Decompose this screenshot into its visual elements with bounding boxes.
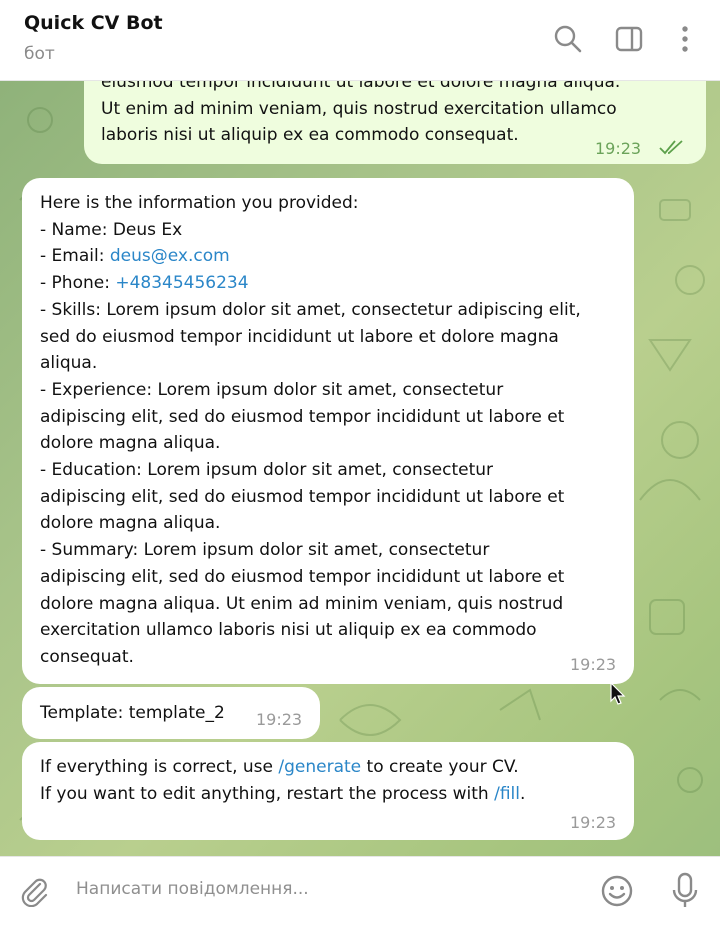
message-input[interactable]: Написати повідомлення... <box>76 879 309 899</box>
chat-subtitle: бот <box>24 44 55 64</box>
instruction-text: If everything is correct, use <box>40 757 279 777</box>
instruction-text: . <box>519 783 526 804</box>
info-line: dolore magna aliqua. Ut enim ad minim ve… <box>40 593 564 614</box>
info-phone-label: - Phone: <box>40 273 116 294</box>
bot-template-message[interactable]: Template: template_2 19:23 <box>22 687 320 739</box>
info-line: dolore magna aliqua. <box>40 513 221 534</box>
info-name: - Name: Deus Ex <box>40 219 183 240</box>
message-line: Ut enim ad minim veniam, quis nostrud ex… <box>101 98 617 119</box>
info-line: sed do eiusmod tempor incididunt ut labo… <box>40 326 559 347</box>
sidebar-panel-icon[interactable] <box>614 24 644 54</box>
info-line: adipiscing elit, sed do eiusmod tempor i… <box>40 486 565 507</box>
message-time: 19:23 <box>256 710 303 729</box>
template-text: Template: template_2 <box>40 703 225 723</box>
chat-area[interactable]: eiusmod tempor incididunt ut labore et d… <box>0 80 720 856</box>
message-time: 19:23 <box>595 139 642 158</box>
info-email-line: - Email: deus@ex.com <box>40 243 581 270</box>
info-line: consequat. <box>40 646 134 667</box>
microphone-icon[interactable] <box>670 872 700 910</box>
info-line: - Experience: Lorem ipsum dolor sit amet… <box>40 379 504 400</box>
search-icon[interactable] <box>553 24 583 54</box>
instruction-line-1: If everything is correct, use /generate … <box>40 754 525 781</box>
more-vertical-icon[interactable] <box>670 24 700 54</box>
instruction-line-2: If you want to edit anything, restart th… <box>40 781 525 808</box>
chat-title[interactable]: Quick CV Bot <box>24 12 163 34</box>
message-line: eiusmod tempor incididunt ut labore et d… <box>101 80 621 92</box>
bot-info-message[interactable]: Here is the information you provided: - … <box>22 178 634 684</box>
bot-instruction-message[interactable]: If everything is correct, use /generate … <box>22 742 634 840</box>
mouse-cursor-icon <box>610 682 626 705</box>
message-time: 19:23 <box>570 813 617 832</box>
generate-command-link[interactable]: /generate <box>278 757 361 777</box>
double-check-icon <box>659 140 683 155</box>
message-time: 19:23 <box>570 655 617 674</box>
fill-command-link[interactable]: /fill <box>494 784 520 804</box>
info-line: aliqua. <box>40 353 98 374</box>
chat-header: Quick CV Bot бот <box>0 0 720 81</box>
message-line: laboris nisi ut aliquip ex ea commodo co… <box>101 125 519 146</box>
info-line: - Education: Lorem ipsum dolor sit amet,… <box>40 460 494 481</box>
info-line: - Summary: Lorem ipsum dolor sit amet, c… <box>40 540 490 561</box>
message-composer: Написати повідомлення... <box>0 856 720 925</box>
info-line: - Skills: Lorem ipsum dolor sit amet, co… <box>40 299 581 320</box>
phone-link[interactable]: +48345456234 <box>115 273 248 293</box>
emoji-icon[interactable] <box>600 874 634 908</box>
email-link[interactable]: deus@ex.com <box>110 246 230 266</box>
info-phone-line: - Phone: +48345456234 <box>40 270 581 297</box>
info-line: exercitation ullamco laboris nisi ut ali… <box>40 620 537 641</box>
paperclip-icon[interactable] <box>18 875 50 907</box>
info-line: adipiscing elit, sed do eiusmod tempor i… <box>40 566 565 587</box>
info-email-label: - Email: <box>40 246 110 267</box>
info-intro: Here is the information you provided: <box>40 193 359 213</box>
info-line: adipiscing elit, sed do eiusmod tempor i… <box>40 406 565 427</box>
instruction-text: to create your CV. <box>361 757 519 777</box>
instruction-text: If you want to edit anything, restart th… <box>40 783 495 804</box>
outgoing-message[interactable]: eiusmod tempor incididunt ut labore et d… <box>84 80 706 164</box>
info-line: dolore magna aliqua. <box>40 433 221 454</box>
